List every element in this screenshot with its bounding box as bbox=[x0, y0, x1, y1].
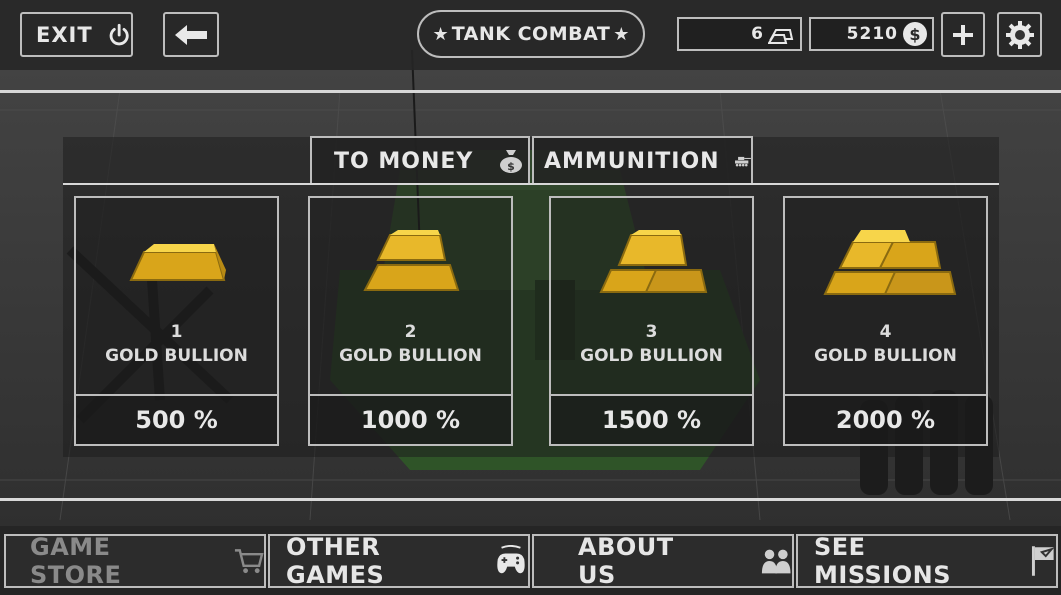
arrow-left-icon bbox=[175, 24, 207, 45]
svg-text:$: $ bbox=[909, 25, 920, 44]
gold-card-4[interactable]: 4 GOLD BULLION 2000 % bbox=[783, 196, 988, 446]
money-bag-icon: $ bbox=[500, 150, 523, 173]
tank-icon bbox=[734, 156, 751, 167]
exit-button[interactable]: EXIT bbox=[20, 12, 133, 57]
gold-card-1[interactable]: 1 GOLD BULLION 500 % bbox=[74, 196, 279, 446]
gold-card-2[interactable]: 2 GOLD BULLION 1000 % bbox=[308, 196, 513, 446]
tab-ammunition[interactable]: AMMUNITION bbox=[532, 136, 753, 184]
top-divider bbox=[0, 90, 1061, 93]
bottom-divider bbox=[0, 498, 1061, 501]
power-icon bbox=[109, 23, 129, 45]
money-count: 5210 bbox=[846, 24, 898, 44]
gold-counter: 6 bbox=[677, 17, 802, 51]
exit-label: EXIT bbox=[36, 22, 93, 47]
see-missions-label: SEE MISSIONS bbox=[814, 533, 952, 589]
card-number: 4 bbox=[879, 322, 892, 342]
panel-divider bbox=[63, 183, 999, 185]
coin-icon: $ bbox=[903, 22, 927, 46]
other-games-label: OTHER GAMES bbox=[286, 533, 385, 589]
card-name: GOLD BULLION bbox=[580, 346, 723, 366]
plus-icon bbox=[953, 24, 973, 45]
gamepad-icon bbox=[497, 545, 525, 574]
card-name: GOLD BULLION bbox=[105, 346, 248, 366]
card-percent: 500 % bbox=[76, 394, 277, 444]
game-store-label: GAME STORE bbox=[30, 533, 122, 589]
card-name: GOLD BULLION bbox=[339, 346, 482, 366]
card-percent: 1500 % bbox=[551, 394, 752, 444]
star-left-icon: ★ bbox=[432, 23, 449, 45]
card-number: 3 bbox=[645, 322, 658, 342]
tab-ammunition-label: AMMUNITION bbox=[544, 148, 720, 174]
gear-icon bbox=[1005, 20, 1034, 49]
settings-button[interactable] bbox=[997, 12, 1042, 57]
star-right-icon: ★ bbox=[613, 23, 630, 45]
card-percent: 2000 % bbox=[785, 394, 986, 444]
gold-bars-icon bbox=[599, 230, 708, 293]
game-store-button[interactable]: GAME STORE bbox=[4, 533, 266, 589]
about-us-label: ABOUT US bbox=[578, 533, 674, 589]
back-button[interactable] bbox=[163, 12, 219, 57]
flag-icon bbox=[1032, 546, 1055, 576]
game-title: TANK COMBAT bbox=[451, 23, 611, 45]
gold-bars-icon bbox=[823, 230, 957, 295]
gold-count: 6 bbox=[751, 24, 764, 44]
tab-to-money[interactable]: TO MONEY $ bbox=[310, 136, 530, 184]
svg-text:$: $ bbox=[508, 160, 516, 173]
see-missions-button[interactable]: SEE MISSIONS bbox=[796, 533, 1058, 589]
gold-bar-small-icon bbox=[768, 29, 794, 44]
card-name: GOLD BULLION bbox=[814, 346, 957, 366]
card-number: 1 bbox=[170, 322, 183, 342]
about-us-button[interactable]: ABOUT US bbox=[532, 533, 794, 589]
gold-bar-icon bbox=[129, 244, 226, 281]
other-games-button[interactable]: OTHER GAMES bbox=[268, 533, 530, 589]
people-icon bbox=[761, 549, 791, 574]
tab-to-money-label: TO MONEY bbox=[334, 148, 474, 174]
add-currency-button[interactable] bbox=[941, 12, 985, 57]
card-number: 2 bbox=[404, 322, 417, 342]
money-counter: 5210 $ bbox=[809, 17, 934, 51]
cart-icon bbox=[234, 549, 264, 574]
gold-bars-icon bbox=[363, 230, 460, 291]
card-percent: 1000 % bbox=[310, 394, 511, 444]
gold-card-3[interactable]: 3 GOLD BULLION 1500 % bbox=[549, 196, 754, 446]
title-badge: ★ TANK COMBAT ★ bbox=[417, 10, 645, 58]
